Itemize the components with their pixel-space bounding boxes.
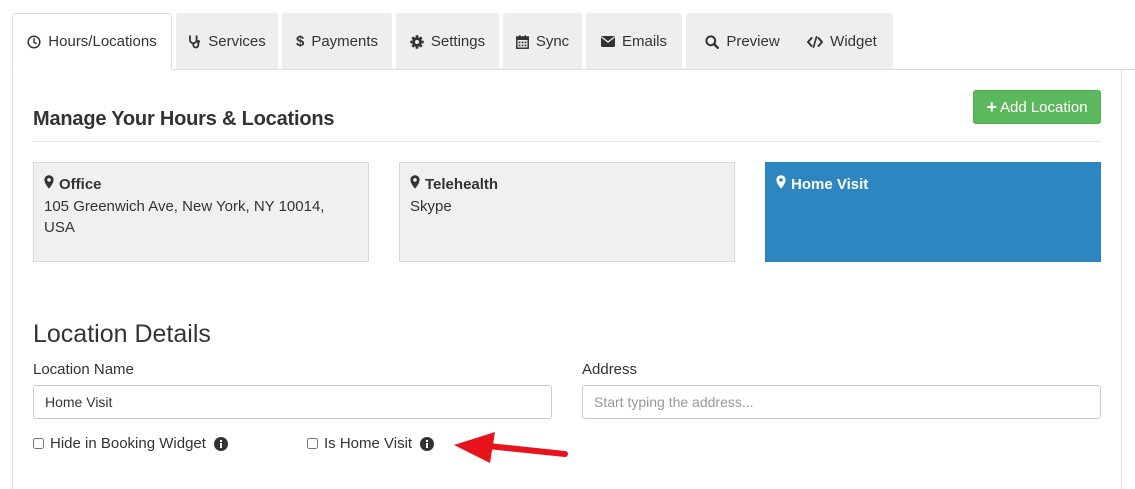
location-address: Skype bbox=[410, 198, 452, 215]
tab-preview[interactable]: Preview bbox=[686, 13, 799, 69]
hide-in-widget-checkbox[interactable] bbox=[33, 438, 44, 449]
tab-hours-locations[interactable]: Hours/Locations bbox=[12, 13, 172, 70]
info-icon[interactable] bbox=[213, 436, 228, 451]
location-address: 105 Greenwich Ave, New York, NY 10014, U… bbox=[44, 198, 325, 236]
location-name-label: Location Name bbox=[33, 361, 134, 378]
tab-services[interactable]: Services bbox=[176, 13, 278, 69]
envelope-icon bbox=[600, 36, 615, 47]
location-card-home-visit[interactable]: Home Visit bbox=[765, 162, 1101, 262]
add-location-label: Add Location bbox=[999, 98, 1088, 116]
location-card-telehealth[interactable]: Telehealth Skype bbox=[399, 162, 735, 262]
is-home-visit-label[interactable]: Is Home Visit bbox=[324, 435, 412, 452]
title-divider bbox=[33, 141, 1101, 142]
map-marker-icon bbox=[44, 175, 59, 193]
tab-label: Settings bbox=[430, 33, 486, 50]
tab-label: Emails bbox=[621, 33, 667, 50]
location-card-office[interactable]: Office 105 Greenwich Ave, New York, NY 1… bbox=[33, 162, 369, 262]
location-name: Office bbox=[59, 175, 102, 193]
page-title: Manage Your Hours & Locations bbox=[33, 108, 335, 130]
tab-label: Sync bbox=[535, 33, 570, 50]
tab-settings[interactable]: Settings bbox=[396, 13, 499, 69]
dollar-icon: $ bbox=[295, 33, 305, 50]
tab-label: Services bbox=[208, 33, 266, 50]
location-details-title: Location Details bbox=[33, 320, 211, 348]
clock-icon bbox=[27, 34, 41, 49]
tab-bar: Hours/Locations Services $ Payments Sett… bbox=[12, 13, 1135, 70]
tab-label: Widget bbox=[830, 33, 877, 50]
hide-in-widget-row: Hide in Booking Widget bbox=[33, 435, 228, 452]
plus-icon: + bbox=[986, 97, 997, 117]
stethoscope-icon bbox=[188, 34, 201, 49]
code-icon bbox=[807, 35, 824, 48]
map-marker-icon bbox=[776, 175, 791, 193]
map-marker-icon bbox=[410, 175, 425, 193]
is-home-visit-row: Is Home Visit bbox=[307, 435, 435, 452]
tab-sync[interactable]: Sync bbox=[503, 13, 582, 69]
tab-content-panel bbox=[12, 69, 1122, 489]
tab-emails[interactable]: Emails bbox=[586, 13, 682, 69]
address-label: Address bbox=[582, 361, 638, 378]
tab-label: Preview bbox=[726, 33, 780, 50]
calendar-icon bbox=[515, 34, 529, 49]
add-location-button[interactable]: + Add Location bbox=[973, 90, 1101, 124]
tab-payments[interactable]: $ Payments bbox=[282, 13, 392, 69]
location-name: Home Visit bbox=[791, 175, 869, 193]
tab-widget[interactable]: Widget bbox=[791, 13, 893, 69]
is-home-visit-checkbox[interactable] bbox=[307, 438, 318, 449]
address-input[interactable] bbox=[582, 385, 1101, 419]
location-name-input[interactable] bbox=[33, 385, 552, 419]
annotation-arrow bbox=[454, 432, 568, 463]
hide-in-widget-label[interactable]: Hide in Booking Widget bbox=[50, 435, 206, 452]
info-icon[interactable] bbox=[420, 436, 435, 451]
search-icon bbox=[705, 34, 720, 49]
gear-icon bbox=[410, 34, 424, 49]
location-name: Telehealth bbox=[425, 175, 499, 193]
tab-label: Payments bbox=[311, 33, 379, 50]
tab-label: Hours/Locations bbox=[48, 33, 157, 50]
